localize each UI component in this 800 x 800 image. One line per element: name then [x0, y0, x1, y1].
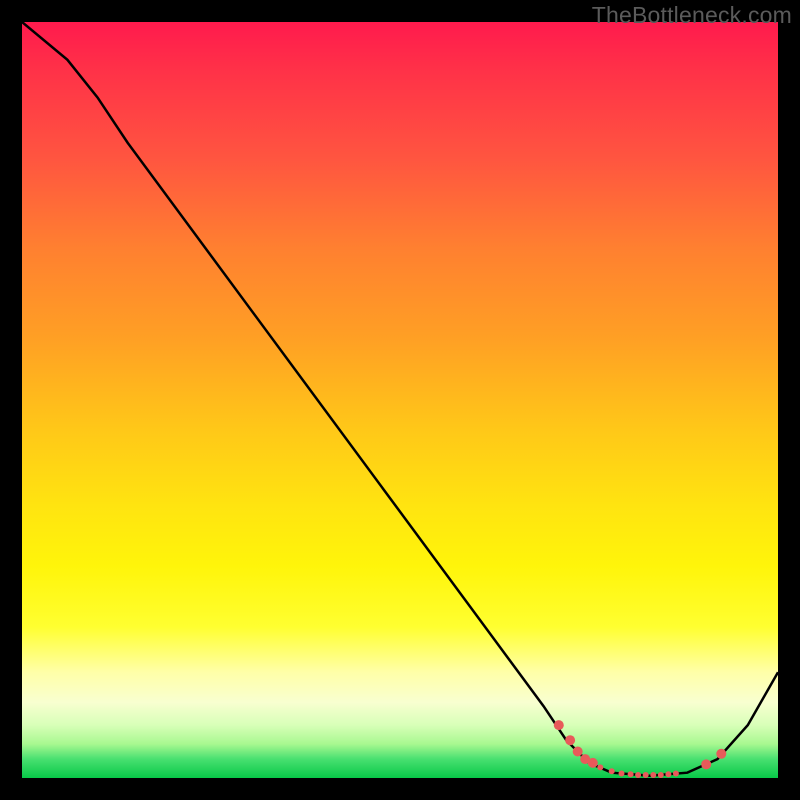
data-point — [658, 772, 664, 778]
data-point — [635, 772, 641, 778]
data-point — [665, 771, 671, 777]
data-point — [588, 758, 598, 768]
data-point — [597, 764, 603, 770]
data-point — [643, 772, 649, 778]
data-point — [716, 749, 726, 759]
data-point — [628, 771, 634, 777]
data-point — [701, 759, 711, 769]
data-point — [673, 771, 679, 777]
data-point — [554, 720, 564, 730]
data-point — [573, 747, 583, 757]
data-point — [609, 768, 615, 774]
scatter-dots — [554, 720, 727, 778]
watermark-text: TheBottleneck.com — [592, 2, 792, 29]
data-point — [619, 771, 625, 777]
bottleneck-curve — [22, 22, 778, 776]
data-point — [650, 772, 656, 778]
chart-container: TheBottleneck.com — [0, 0, 800, 800]
data-point — [565, 735, 575, 745]
chart-overlay — [22, 22, 778, 778]
